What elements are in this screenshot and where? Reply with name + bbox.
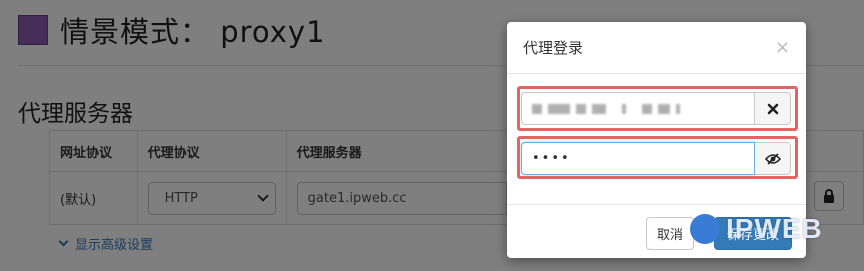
- close-icon[interactable]: ×: [775, 37, 790, 58]
- modal-header: 代理登录 ×: [507, 22, 806, 74]
- cancel-button[interactable]: 取消: [645, 217, 694, 250]
- username-highlight: [517, 86, 798, 131]
- password-highlight: [517, 136, 798, 179]
- modal-title: 代理登录: [523, 39, 584, 57]
- ipweb-watermark: IPWEB: [690, 213, 823, 245]
- watermark-text: IPWEB: [726, 213, 823, 244]
- ipweb-logo-icon: [690, 214, 720, 244]
